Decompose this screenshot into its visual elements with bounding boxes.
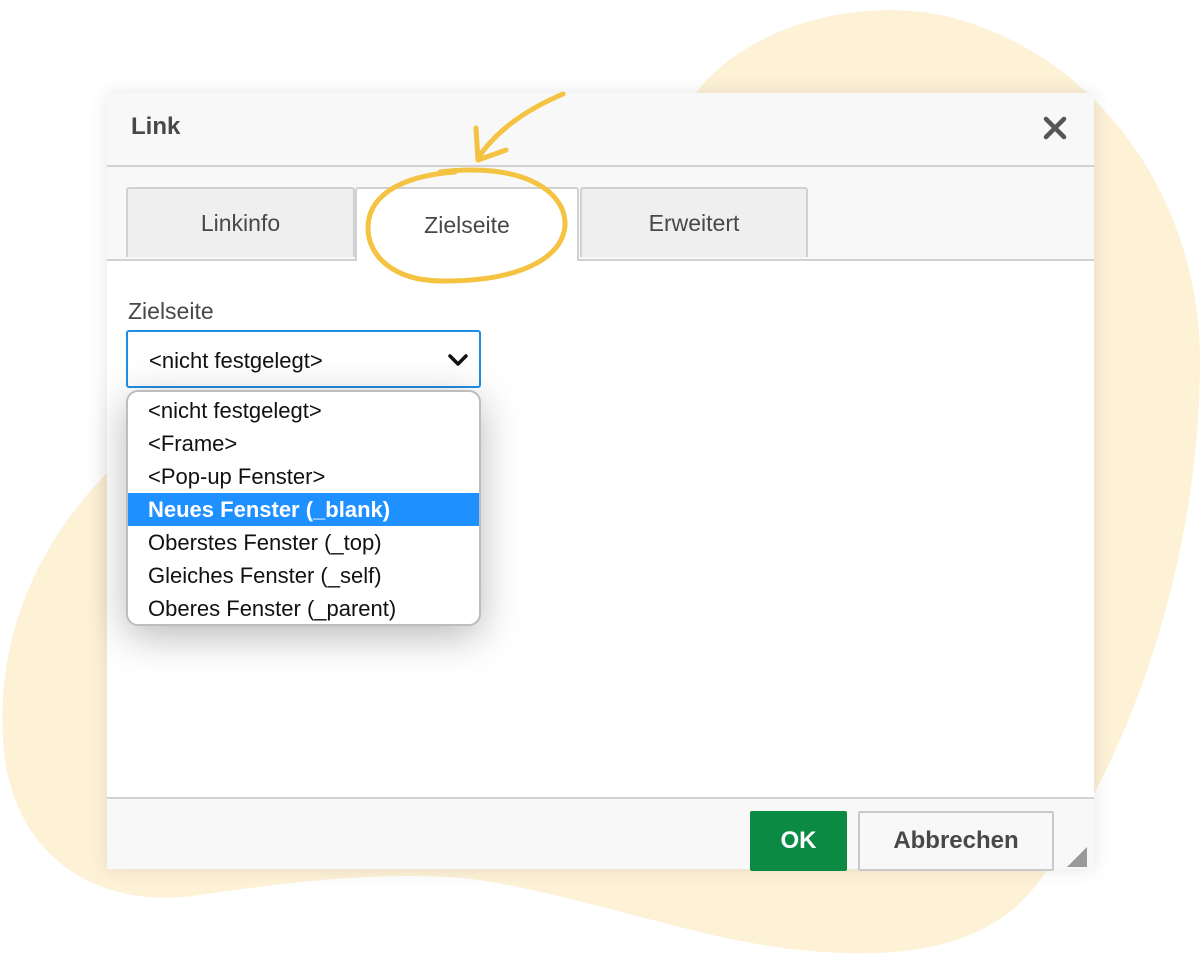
dialog-header: Link (107, 93, 1094, 167)
option-nicht-festgelegt[interactable]: <nicht festgelegt> (128, 394, 479, 427)
screenshot-stage: Link Linkinfo Zielseite Erweitert Zielse… (0, 0, 1201, 963)
option-gleiches-fenster-self[interactable]: Gleiches Fenster (_self) (128, 559, 479, 592)
ok-button[interactable]: OK (750, 811, 847, 871)
tab-bar: Linkinfo Zielseite Erweitert (107, 167, 1094, 261)
chevron-down-icon (448, 354, 468, 366)
tab-linkinfo[interactable]: Linkinfo (126, 187, 355, 257)
link-dialog: Link Linkinfo Zielseite Erweitert Zielse… (107, 93, 1094, 871)
option-neues-fenster-blank[interactable]: Neues Fenster (_blank) (128, 493, 479, 526)
option-oberstes-fenster-top[interactable]: Oberstes Fenster (_top) (128, 526, 479, 559)
resize-handle-icon[interactable] (1067, 847, 1087, 867)
dialog-title: Link (131, 113, 181, 140)
option-oberes-fenster-parent[interactable]: Oberes Fenster (_parent) (128, 592, 479, 624)
target-dropdown-list: <nicht festgelegt> <Frame> <Pop-up Fenst… (126, 390, 481, 626)
option-popup-fenster[interactable]: <Pop-up Fenster> (128, 460, 479, 493)
tab-erweitert[interactable]: Erweitert (580, 187, 808, 257)
close-icon (1043, 116, 1067, 140)
cancel-button[interactable]: Abbrechen (858, 811, 1054, 871)
option-frame[interactable]: <Frame> (128, 427, 479, 460)
target-field-label: Zielseite (128, 298, 214, 324)
target-select[interactable]: <nicht festgelegt> (126, 330, 481, 388)
tab-zielseite[interactable]: Zielseite (355, 187, 579, 261)
close-button[interactable] (1040, 113, 1070, 143)
target-select-value: <nicht festgelegt> (149, 348, 323, 373)
dialog-footer: OK Abbrechen (107, 797, 1094, 871)
